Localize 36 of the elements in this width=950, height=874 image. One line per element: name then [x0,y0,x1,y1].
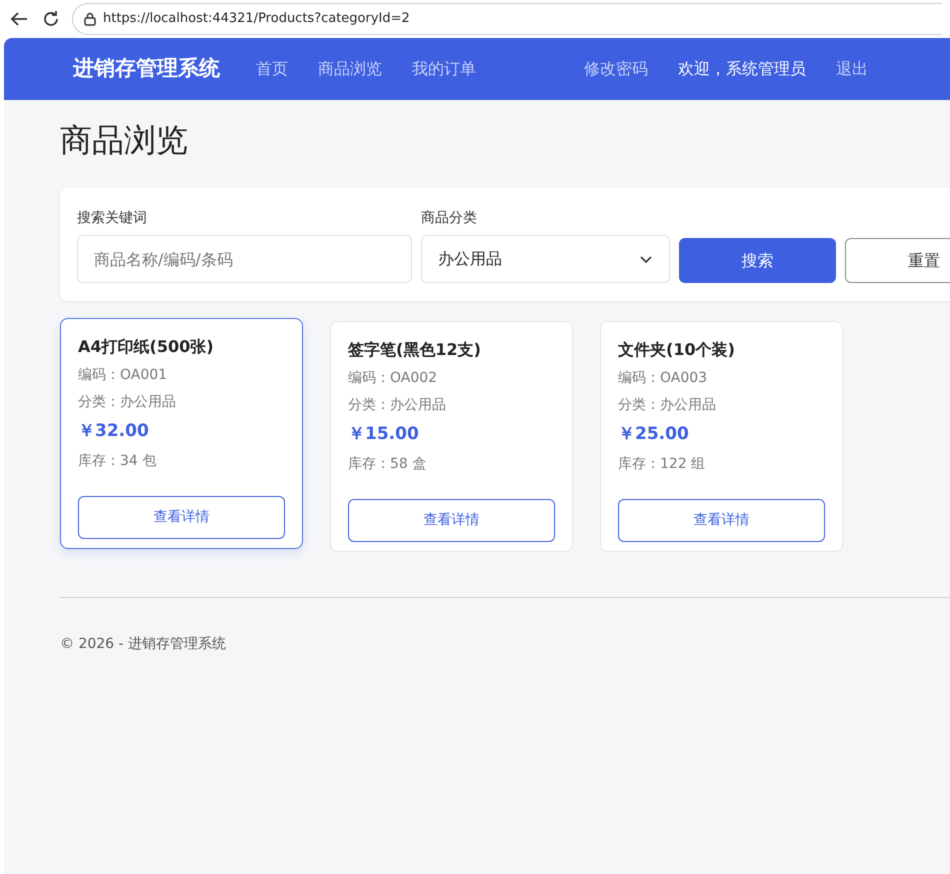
product-stock: 库存：122 组 [618,454,706,474]
details-button[interactable]: 查看详情 [348,498,555,542]
keyword-input[interactable]: 商品名称/编码/条码 [77,235,412,283]
product-name: A4打印纸(500张) [78,336,215,358]
search-button[interactable]: 搜索 [679,238,836,283]
url-text: https://localhost:44321/Products?categoryId=2 [103,10,410,28]
product-price: ￥15.00 [348,423,420,446]
reset-button[interactable]: 重置 [844,238,950,283]
product-category: 分类：办公用品 [78,393,177,412]
product-code: 编码：OA001 [78,366,168,385]
category-select[interactable]: 办公用品 [421,235,670,283]
product-stock: 库存：34 包 [78,452,158,470]
product-stock: 库存：58 盒 [348,454,428,474]
nav-link[interactable]: 首页 [256,57,288,81]
nav-link[interactable]: 退出 [836,57,868,81]
nav-link[interactable]: 我的订单 [412,57,476,81]
product-name: 文件夹(10个装) [618,339,736,361]
field-label: 商品分类 [421,209,478,228]
footer-text: © 2026 - 进销存管理系统 [60,634,228,654]
brand-title[interactable]: 进销存管理系统 [73,53,220,85]
product-code: 编码：OA002 [348,369,438,388]
nav-link[interactable]: 商品浏览 [318,57,382,81]
product-price: ￥25.00 [618,423,690,446]
page-title: 商品浏览 [60,120,189,161]
nav-link[interactable]: 修改密码 [584,57,648,81]
details-button[interactable]: 查看详情 [618,498,825,542]
product-category: 分类：办公用品 [618,396,717,415]
product-price: ￥32.00 [78,420,150,443]
product-name: 签字笔(黑色12支) [348,339,482,361]
product-code: 编码：OA003 [618,369,708,388]
details-button[interactable]: 查看详情 [78,496,285,538]
address-bar[interactable]: https://localhost:44321/Products?categoryId=2 [72,3,942,35]
welcome-text: 欢迎，系统管理员 [678,58,806,80]
lock-icon [83,12,97,26]
product-category: 分类：办公用品 [348,396,447,415]
field-label: 搜索关键词 [77,209,148,228]
